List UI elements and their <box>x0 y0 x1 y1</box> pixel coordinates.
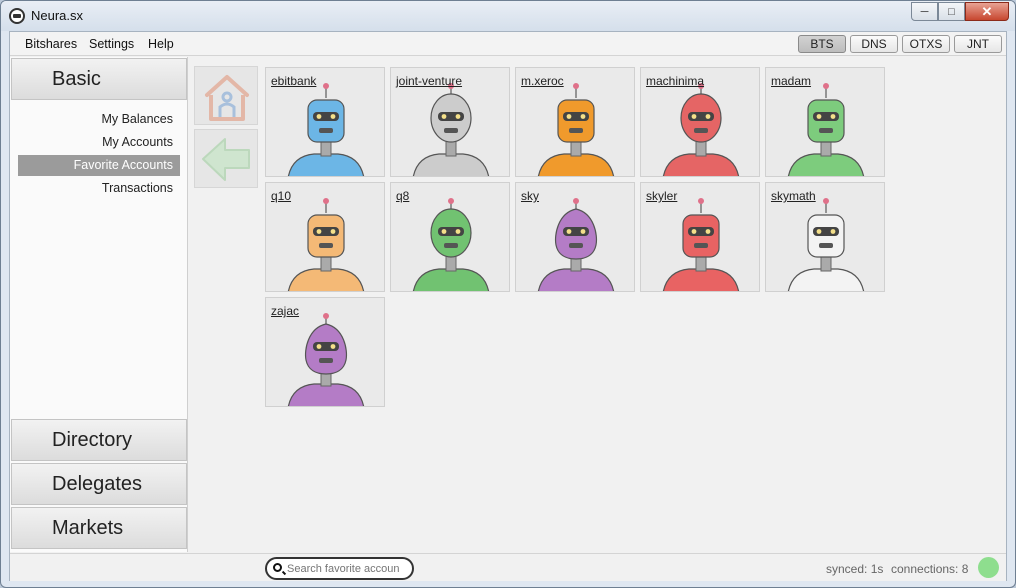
status-bar: synced: 1s connections: 8 <box>10 553 1006 581</box>
connection-count: connections: 8 <box>891 562 969 576</box>
account-name-link[interactable]: sky <box>521 189 539 203</box>
home-icon <box>205 75 249 121</box>
sidebar: Basic My Balances My Accounts Favorite A… <box>10 57 188 552</box>
account-name-link[interactable]: machinima <box>646 74 704 88</box>
app-window: Neura.sx ─ □ ✕ Bitshares Settings Help B… <box>0 0 1016 588</box>
search-input[interactable] <box>287 563 409 575</box>
account-card[interactable]: m.xeroc <box>515 67 635 177</box>
close-button[interactable]: ✕ <box>965 2 1009 21</box>
account-card[interactable]: machinima <box>640 67 760 177</box>
account-card[interactable]: joint-venture <box>390 67 510 177</box>
search-box[interactable] <box>265 557 414 580</box>
section-basic[interactable]: Basic <box>11 58 187 100</box>
chain-selector: BTS DNS OTXS JNT <box>798 35 1002 53</box>
account-name-link[interactable]: ebitbank <box>271 74 316 88</box>
account-name-link[interactable]: q8 <box>396 189 409 203</box>
account-card[interactable]: skymath <box>765 182 885 292</box>
chain-bts-button[interactable]: BTS <box>798 35 846 53</box>
account-name-link[interactable]: madam <box>771 74 811 88</box>
menu-bitshares[interactable]: Bitshares <box>25 37 77 51</box>
account-card[interactable]: q8 <box>390 182 510 292</box>
menu-bar: Bitshares Settings Help BTS DNS OTXS JNT <box>10 32 1006 56</box>
title-bar: Neura.sx ─ □ ✕ <box>1 1 1015 31</box>
account-card[interactable]: madam <box>765 67 885 177</box>
sidebar-item-transactions[interactable]: Transactions <box>18 178 180 199</box>
window-title: Neura.sx <box>31 8 84 23</box>
account-card[interactable]: ebitbank <box>265 67 385 177</box>
back-arrow-icon <box>202 138 250 181</box>
section-markets[interactable]: Markets <box>11 507 187 549</box>
back-button[interactable] <box>194 129 258 188</box>
section-directory[interactable]: Directory <box>11 419 187 461</box>
search-icon <box>273 563 282 572</box>
maximize-button[interactable]: □ <box>938 2 965 21</box>
account-name-link[interactable]: joint-venture <box>396 74 462 88</box>
menu-settings[interactable]: Settings <box>89 37 134 51</box>
account-name-link[interactable]: m.xeroc <box>521 74 564 88</box>
account-card[interactable]: q10 <box>265 182 385 292</box>
home-button[interactable] <box>194 66 258 125</box>
account-card[interactable]: skyler <box>640 182 760 292</box>
account-card[interactable]: zajac <box>265 297 385 407</box>
chain-jnt-button[interactable]: JNT <box>954 35 1002 53</box>
window-controls: ─ □ ✕ <box>911 2 1009 21</box>
account-card[interactable]: sky <box>515 182 635 292</box>
menu-help[interactable]: Help <box>148 37 174 51</box>
sync-status: synced: 1s <box>826 562 884 576</box>
connection-indicator-icon <box>978 557 999 578</box>
account-name-link[interactable]: skyler <box>646 189 677 203</box>
sidebar-item-my-balances[interactable]: My Balances <box>18 109 180 130</box>
account-name-link[interactable]: skymath <box>771 189 816 203</box>
client-area: Bitshares Settings Help BTS DNS OTXS JNT… <box>9 31 1007 581</box>
account-name-link[interactable]: q10 <box>271 189 291 203</box>
chain-dns-button[interactable]: DNS <box>850 35 898 53</box>
section-delegates[interactable]: Delegates <box>11 463 187 505</box>
sidebar-item-favorite-accounts[interactable]: Favorite Accounts <box>18 155 180 176</box>
app-logo-icon <box>9 8 25 24</box>
chain-otxs-button[interactable]: OTXS <box>902 35 950 53</box>
minimize-button[interactable]: ─ <box>911 2 938 21</box>
sidebar-item-my-accounts[interactable]: My Accounts <box>18 132 180 153</box>
account-name-link[interactable]: zajac <box>271 304 299 318</box>
